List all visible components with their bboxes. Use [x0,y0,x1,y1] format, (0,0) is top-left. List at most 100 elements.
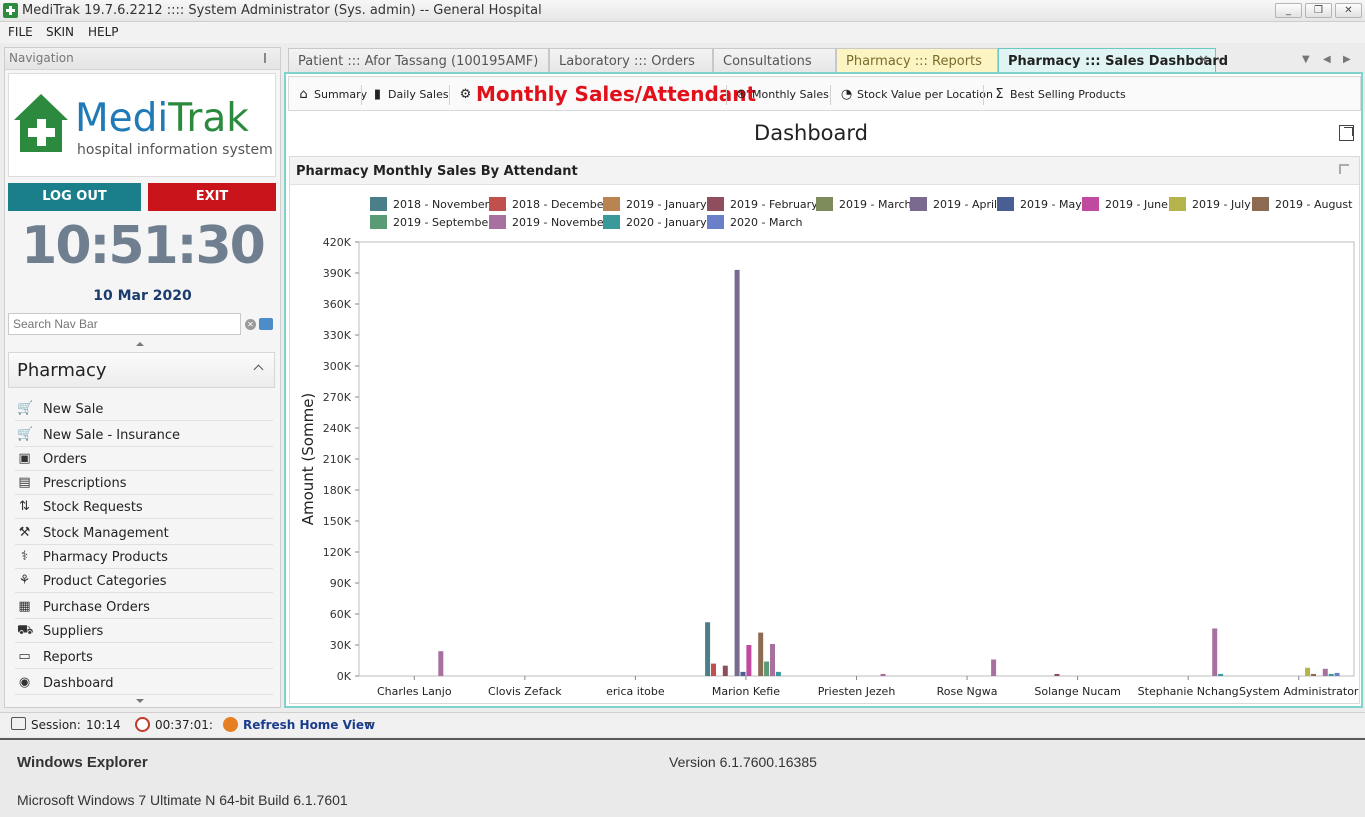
tab-prev-icon[interactable]: ◀ [1323,54,1331,65]
sales-bar-chart: 0K 30K 60K 90K 120K 150K 180K 210K 240K 270K 300K 3… [299,237,1359,698]
logo-name-trak: Trak [168,96,249,141]
nav-item-prescriptions[interactable]: ▤ Prescriptions [15,473,273,495]
logo-name-medi: Medi [75,96,169,141]
refresh-home-view-button[interactable]: Refresh Home View [243,718,375,732]
y-tick-label: 180K [323,484,352,497]
close-window-button[interactable]: ✕ [1335,3,1362,18]
y-tick-label: 420K [323,237,352,249]
stock-management-icon: ⚒ [18,525,31,540]
legend-swatch [910,197,927,211]
group-title: Pharmacy [17,360,107,381]
y-tick-label: 90K [330,577,352,590]
dashboard-toolbar: ⌂ Summary ▮ Daily Sales ⚙ Monthly Sales/Att… [288,76,1361,111]
restore-button[interactable]: ❐ [1305,3,1332,18]
summary-label: Summary [314,88,368,101]
tab-next-icon[interactable]: ▶ [1343,54,1351,65]
nav-item-purchase-orders[interactable]: ▦ Purchase Orders [15,597,273,619]
reports-icon: ▭ [18,649,31,664]
nav-item-dashboard[interactable]: ◉ Dashboard [15,673,273,695]
nav-search-input[interactable] [8,313,241,335]
chevron-up-icon[interactable] [253,364,264,375]
legend-swatch [489,215,506,229]
truck-icon: ⛟ [17,623,34,638]
purchase-orders-icon: ▦ [18,599,31,614]
x-tick-label: Clovis Zefack [488,685,562,698]
pie-chart-icon: ◔ [840,87,853,102]
nav-item-label: Reports [43,650,93,665]
legend-swatch [816,197,833,211]
info-os: Microsoft Windows 7 Ultimate N 64-bit Bu… [17,792,348,808]
info-version: Version 6.1.7600.16385 [669,754,817,770]
nav-item-stock-requests[interactable]: ⇅ Stock Requests [15,497,273,519]
y-tick-label: 240K [323,422,352,435]
x-tick-label: Priesten Jezeh [818,685,896,698]
y-tick-label: 300K [323,360,352,373]
tab-list-icon[interactable]: ▼ [1302,54,1310,65]
categories-icon: ⚘ [18,573,31,588]
menu-skin[interactable]: SKIN [46,25,74,39]
title-bar: MediTrak 19.7.6.2212 :::: System Adminis… [0,0,1365,22]
monthly-sales-attendant-button[interactable]: ⚙ Monthly Sales/Attendant [458,82,756,106]
monthly-sales-button[interactable]: ⊛ Monthly Sales [734,86,829,104]
export-icon[interactable] [1339,125,1354,141]
best-selling-button[interactable]: Σ Best Selling Products [992,86,1125,104]
tab-pharmacy-reports[interactable]: Pharmacy ::: Reports [836,48,998,73]
search-options-icon[interactable] [259,318,273,330]
scroll-down-icon[interactable] [136,699,144,703]
nav-item-suppliers[interactable]: ⛟ Suppliers [15,621,273,643]
nav-item-product-categories[interactable]: ⚘ Product Categories [15,571,273,593]
maximize-icon[interactable] [1339,164,1349,174]
dashboard-title: Dashboard [754,121,868,145]
session-label: Session: [31,718,81,732]
minimize-button[interactable]: _ [1275,3,1302,18]
dashboard-icon: ◉ [18,675,31,690]
timer-icon [135,717,150,732]
y-tick-label: 120K [323,546,352,559]
daily-sales-button[interactable]: ▮ Daily Sales [370,86,449,104]
x-tick-label: System Administrator [1239,685,1359,698]
y-tick-label: 390K [323,267,352,280]
nav-item-reports[interactable]: ▭ Reports [15,647,273,669]
session-icon [11,717,26,730]
logo-subtitle: hospital information system [77,142,273,158]
legend-swatch [1082,197,1099,211]
toolbar-separator [983,85,984,105]
menu-help[interactable]: HELP [88,25,119,39]
tab-laboratory-orders[interactable]: Laboratory ::: Orders [549,48,713,73]
tab-sales-dashboard[interactable]: Pharmacy ::: Sales Dashboard [998,48,1228,73]
refresh-icon[interactable] [223,717,238,732]
pin-icon[interactable] [264,53,272,63]
logout-button[interactable]: LOG OUT [8,183,141,211]
nav-item-pharmacy-products[interactable]: ⚕ Pharmacy Products [15,547,273,569]
nav-item-label: Dashboard [43,676,114,691]
tab-consultations[interactable]: Consultations [713,48,836,73]
nav-item-new-sale[interactable]: 🛒 New Sale [15,399,273,421]
y-tick-label: 60K [330,608,352,621]
stock-value-button[interactable]: ◔ Stock Value per Location [839,86,993,104]
y-tick-label: 330K [323,329,352,342]
legend-label: 2019 - April [933,198,998,211]
bar [1328,673,1334,676]
refresh-dropdown-icon[interactable] [366,722,372,726]
nav-item-new-sale-insurance[interactable]: 🛒 New Sale - Insurance [15,425,273,447]
bar [438,651,444,676]
summary-button[interactable]: ⌂ Summary [296,86,368,104]
nav-item-stock-management[interactable]: ⚒ Stock Management [15,523,273,545]
tab-patient[interactable]: Patient ::: Afor Tassang (100195AMF) [288,48,549,73]
legend-label: 2019 - July [1192,198,1251,211]
nav-item-label: Stock Requests [43,500,143,515]
legend-swatch [603,215,620,229]
nav-item-label: New Sale [43,402,104,417]
window-title: MediTrak 19.7.6.2212 :::: System Adminis… [22,3,542,18]
pharmacy-group-header[interactable]: Pharmacy [8,352,275,388]
legend-label: 2019 - August [1275,198,1353,211]
nav-item-orders[interactable]: ▣ Orders [15,449,273,471]
bar [991,659,997,676]
close-tab-icon[interactable]: ✕ [1198,53,1209,68]
clear-search-icon[interactable]: ✕ [245,319,256,330]
best-selling-label: Best Selling Products [1010,88,1126,101]
coins-icon: ⊛ [736,87,747,102]
scroll-up-icon[interactable] [136,342,144,346]
menu-file[interactable]: FILE [8,25,33,39]
exit-button[interactable]: EXIT [148,183,276,211]
